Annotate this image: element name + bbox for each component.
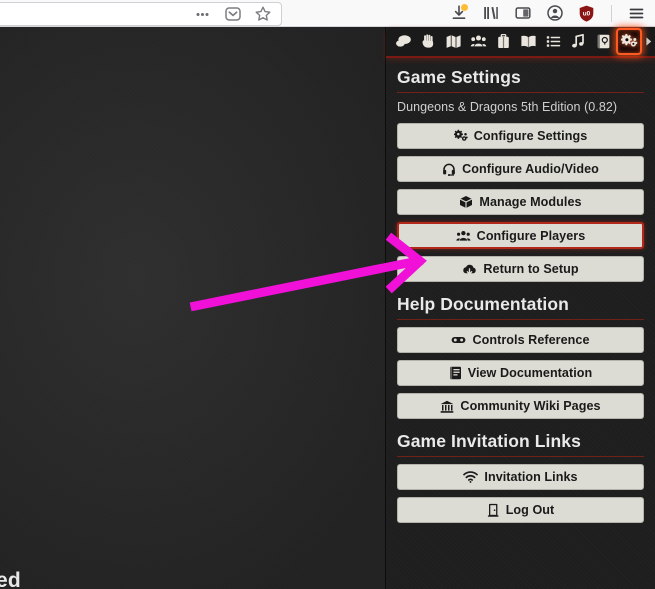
tab-combat[interactable] [416,29,441,54]
settings-panel: Game Settings Dungeons & Dragons 5th Edi… [386,58,655,589]
tab-items[interactable] [491,29,516,54]
tab-playlists[interactable] [566,29,591,54]
button-label: Return to Setup [483,262,579,276]
account-icon[interactable] [545,4,564,23]
controls-reference-button[interactable]: Controls Reference [397,327,644,353]
toolbar-divider [611,4,612,22]
bank-landmark-icon [440,400,454,413]
system-version-label: Dungeons & Dragons 5th Edition (0.82) [397,100,618,114]
screenshot-root: u0 ed Game Settings Dungeons & Dragons 5… [0,0,655,589]
tab-settings[interactable] [616,28,642,55]
sidebar-tab-bar [386,27,655,58]
svg-text:u0: u0 [583,10,591,17]
ublock-origin-icon[interactable]: u0 [577,4,596,23]
wifi-signal-icon [463,471,479,483]
button-label: Controls Reference [472,333,590,347]
bookmark-star-icon[interactable] [253,5,272,24]
library-icon[interactable] [481,4,500,23]
button-label: Community Wiki Pages [460,399,601,413]
invitation-links-button[interactable]: Invitation Links [397,464,644,490]
page-actions-ellipsis-icon[interactable] [193,5,212,24]
button-label: View Documentation [467,366,593,380]
headset-icon [442,162,456,176]
downloads-badge [461,3,468,11]
downloads-icon[interactable] [449,3,468,23]
users-icon [455,229,471,243]
cloud-download-icon [462,263,477,276]
button-label: Configure Settings [473,129,588,143]
gamepad-icon [451,334,466,346]
configure-players-button[interactable]: Configure Players [397,222,644,249]
gears-icon [453,129,468,143]
tab-compendium[interactable] [591,29,616,54]
return-to-setup-button[interactable]: Return to Setup [397,256,644,282]
address-bar-tail[interactable] [0,2,282,26]
pocket-save-icon[interactable] [223,5,242,24]
view-documentation-button[interactable]: View Documentation [397,360,644,386]
button-label: Configure Players [476,228,586,243]
app-menu-icon[interactable] [627,4,646,23]
community-wiki-pages-button[interactable]: Community Wiki Pages [397,393,644,419]
tab-overflow-chevron-icon[interactable] [642,35,655,48]
tab-chat[interactable] [391,29,416,54]
button-label: Configure Audio/Video [462,162,599,176]
manage-modules-button[interactable]: Manage Modules [397,189,644,215]
section-title-game-settings: Game Settings [397,67,644,93]
section-title-help-documentation: Help Documentation [397,294,644,320]
tab-tables[interactable] [541,29,566,54]
browser-toolbar: u0 [0,0,655,27]
button-label: Invitation Links [484,470,578,484]
door-exit-icon [487,503,500,517]
book-reader-icon [449,366,462,380]
tab-journal[interactable] [516,29,541,54]
cube-box-icon [459,195,473,209]
sidebar: Game Settings Dungeons & Dragons 5th Edi… [385,27,655,589]
sidebar-toggle-icon[interactable] [513,4,532,23]
browser-toolbar-buttons: u0 [449,3,655,23]
button-label: Manage Modules [479,195,582,209]
tab-scenes[interactable] [441,29,466,54]
section-title-game-invitation-links: Game Invitation Links [397,431,644,457]
configure-settings-button[interactable]: Configure Settings [397,123,644,149]
log-out-button[interactable]: Log Out [397,497,644,523]
button-label: Log Out [505,503,555,517]
configure-audio-video-button[interactable]: Configure Audio/Video [397,156,644,182]
tab-actors[interactable] [466,29,491,54]
